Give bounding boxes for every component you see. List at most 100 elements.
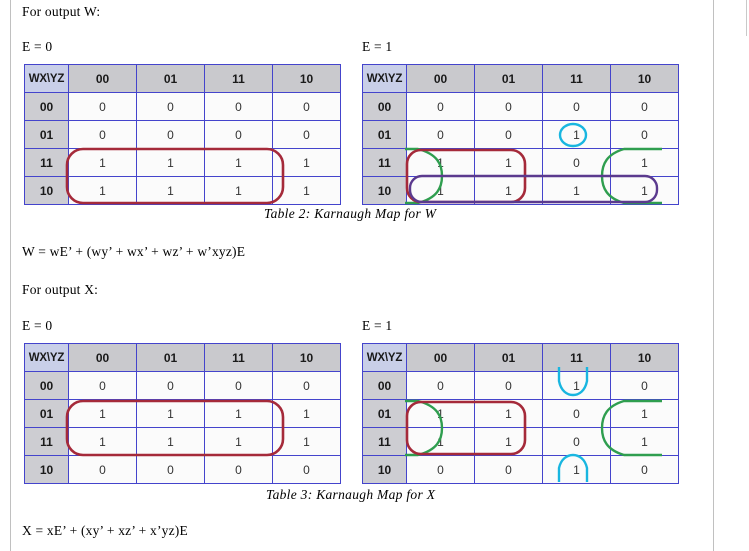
table-header-row: WX\YZ 00 01 11 10	[24, 64, 341, 93]
kmap-cell: 1	[204, 176, 273, 205]
kmap-cell: 0	[68, 120, 137, 149]
kmap-col-header: 11	[542, 343, 611, 372]
kmap-row-header: 00	[362, 371, 407, 400]
kmap-cell: 0	[474, 120, 543, 149]
table-row: 00 0 0 1 0	[362, 371, 679, 400]
kmap-row-header: 10	[362, 455, 407, 484]
table-row: 11 1 1 1 1	[24, 148, 341, 177]
condition-label-x-e0: E = 0	[22, 318, 53, 333]
kmap-row-header: 00	[362, 92, 407, 121]
table-row: 10 1 1 1 1	[24, 176, 341, 205]
kmap-cell: 1	[406, 399, 475, 428]
kmap-col-header: 01	[474, 64, 543, 93]
condition-label-w-e1: E = 1	[362, 39, 393, 54]
kmap-cell: 1	[542, 455, 611, 484]
kmap-table-w-e1: WX\YZ 00 01 11 10 00 0 0 0 0 01 0 0 1 0 …	[362, 64, 679, 205]
kmap-cell: 0	[542, 399, 611, 428]
kmap-cell: 1	[474, 427, 543, 456]
kmap-cell: 1	[542, 176, 611, 205]
kmap-row-header: 01	[362, 120, 407, 149]
kmap-cell: 0	[68, 92, 137, 121]
kmap-cell: 1	[68, 148, 137, 177]
table-header-row: WX\YZ 00 01 11 10	[362, 64, 679, 93]
table-header-row: WX\YZ 00 01 11 10	[24, 343, 341, 372]
kmap-col-header: 00	[68, 64, 137, 93]
kmap-row-header: 00	[24, 92, 69, 121]
kmap-cell: 0	[542, 427, 611, 456]
kmap-row-header: 00	[24, 371, 69, 400]
kmap-cell: 0	[406, 92, 475, 121]
table-row: 10 0 0 0 0	[24, 455, 341, 484]
table-row: 11 1 1 0 1	[362, 427, 679, 456]
kmap-cell: 0	[406, 371, 475, 400]
kmap-cell: 0	[542, 92, 611, 121]
kmap-cell: 1	[610, 148, 679, 177]
kmap-corner-label: WX\YZ	[362, 343, 407, 372]
kmap-col-header: 01	[136, 64, 205, 93]
table-row: 00 0 0 0 0	[24, 92, 341, 121]
table-row: 01 0 0 0 0	[24, 120, 341, 149]
kmap-cell: 0	[610, 92, 679, 121]
kmap-col-header: 00	[406, 64, 475, 93]
kmap-cell: 1	[136, 176, 205, 205]
kmap-cell: 1	[542, 120, 611, 149]
kmap-table-w-e0: WX\YZ 00 01 11 10 00 0 0 0 0 01 0 0 0 0 …	[24, 64, 341, 205]
kmap-cell: 0	[272, 92, 341, 121]
equation-x: X = xE’ + (xy’ + xz’ + x’yz)E	[22, 523, 188, 538]
equation-w: W = wE’ + (wy’ + wx’ + wz’ + w’xyz)E	[22, 244, 246, 259]
kmap-row-header: 10	[362, 176, 407, 205]
kmap-table-x-e0: WX\YZ 00 01 11 10 00 0 0 0 0 01 1 1 1 1 …	[24, 343, 341, 484]
kmap-cell: 0	[136, 455, 205, 484]
kmap-cell: 0	[474, 92, 543, 121]
kmap-cell: 1	[406, 176, 475, 205]
condition-label-x-e1: E = 1	[362, 318, 393, 333]
kmap-row-header: 01	[362, 399, 407, 428]
kmap-cell: 0	[204, 120, 273, 149]
table-row: 01 1 1 0 1	[362, 399, 679, 428]
kmap-cell: 0	[272, 371, 341, 400]
kmap-cell: 0	[204, 371, 273, 400]
kmap-cell: 1	[136, 427, 205, 456]
intro-text-w: For output W:	[22, 4, 101, 19]
kmap-cell: 1	[272, 148, 341, 177]
kmap-row-header: 11	[362, 427, 407, 456]
table-row: 10 0 0 1 0	[362, 455, 679, 484]
page-right-margin-rule	[713, 0, 714, 551]
kmap-corner-label: WX\YZ	[24, 64, 69, 93]
kmap-cell: 0	[610, 371, 679, 400]
kmap-corner-label: WX\YZ	[24, 343, 69, 372]
page-left-margin-rule	[10, 0, 11, 551]
kmap-row-header: 11	[24, 148, 69, 177]
kmap-row-header: 10	[24, 455, 69, 484]
kmap-col-header: 10	[272, 64, 341, 93]
kmap-cell: 0	[474, 455, 543, 484]
kmap-cell: 0	[204, 92, 273, 121]
kmap-col-header: 00	[406, 343, 475, 372]
kmap-cell: 1	[610, 427, 679, 456]
kmap-corner-label: WX\YZ	[362, 64, 407, 93]
kmap-cell: 0	[68, 455, 137, 484]
kmap-col-header: 11	[204, 64, 273, 93]
kmap-cell: 0	[68, 371, 137, 400]
kmap-cell: 1	[204, 427, 273, 456]
kmap-cell: 0	[272, 455, 341, 484]
kmap-cell: 0	[136, 371, 205, 400]
kmap-cell: 0	[610, 120, 679, 149]
table-row: 00 0 0 0 0	[362, 92, 679, 121]
kmap-cell: 1	[68, 176, 137, 205]
kmap-cell: 1	[136, 399, 205, 428]
kmap-cell: 1	[406, 427, 475, 456]
kmap-row-header: 01	[24, 120, 69, 149]
kmap-row-header: 11	[24, 427, 69, 456]
kmap-cell: 1	[610, 399, 679, 428]
kmap-cell: 1	[272, 176, 341, 205]
kmap-cell: 1	[136, 148, 205, 177]
kmap-col-header: 10	[272, 343, 341, 372]
condition-label-w-e0: E = 0	[22, 39, 53, 54]
kmap-cell: 1	[68, 427, 137, 456]
kmap-cell: 1	[272, 427, 341, 456]
kmap-col-header: 01	[474, 343, 543, 372]
kmap-row-header: 01	[24, 399, 69, 428]
kmap-cell: 1	[610, 176, 679, 205]
table-row: 00 0 0 0 0	[24, 371, 341, 400]
